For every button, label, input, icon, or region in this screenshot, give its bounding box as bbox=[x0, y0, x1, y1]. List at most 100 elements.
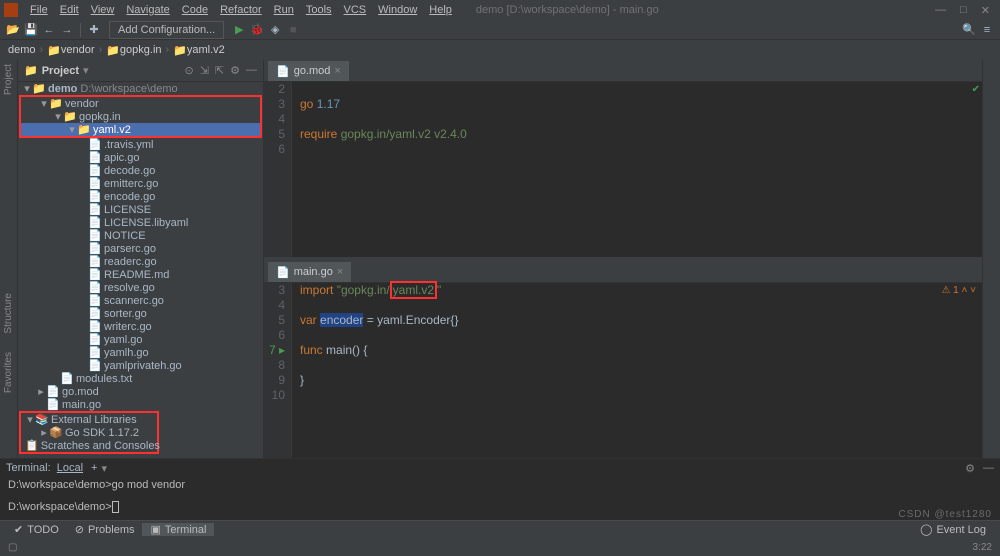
menu-tools[interactable]: Tools bbox=[300, 4, 338, 16]
tree-file[interactable]: 📄scannerc.go bbox=[18, 294, 263, 307]
tree-file[interactable]: 📄resolve.go bbox=[18, 281, 263, 294]
attach-icon[interactable]: ✚ bbox=[85, 21, 103, 39]
search-everywhere-icon[interactable]: 🔍 bbox=[960, 21, 978, 39]
tree-modules[interactable]: 📄modules.txt bbox=[18, 372, 263, 385]
tree-root[interactable]: ▾📁demo D:\workspace\demo bbox=[18, 82, 263, 95]
close-tab-icon[interactable]: × bbox=[334, 65, 340, 77]
main-toolbar: 📂 💾 ← → ✚ Add Configuration... ▶ 🐞 ◈ ■ 🔍… bbox=[0, 20, 1000, 40]
editor-gomod[interactable]: 23456 go 1.17 require gopkg.in/yaml.v2 v… bbox=[264, 82, 982, 257]
ide-settings-icon[interactable]: ≡ bbox=[978, 21, 996, 39]
tab-gomod[interactable]: 📄go.mod× bbox=[268, 61, 349, 81]
breadcrumb-item[interactable]: demo bbox=[8, 44, 36, 56]
open-icon[interactable]: 📂 bbox=[4, 21, 22, 39]
close-tab-icon[interactable]: × bbox=[337, 266, 343, 278]
terminal-hide-icon[interactable]: — bbox=[983, 462, 994, 474]
gutter-project[interactable]: Project bbox=[3, 64, 14, 95]
forward-icon[interactable]: → bbox=[58, 21, 76, 39]
tree-file[interactable]: 📄yamlh.go bbox=[18, 346, 263, 359]
tree-scratches[interactable]: 📋Scratches and Consoles bbox=[21, 439, 157, 452]
terminal-dropdown-icon[interactable]: ▾ bbox=[101, 462, 107, 475]
close-icon[interactable]: ✕ bbox=[981, 4, 990, 17]
tree-vendor[interactable]: ▾📁vendor bbox=[21, 97, 260, 110]
breadcrumb-item[interactable]: gopkg.in bbox=[120, 44, 162, 56]
menu-code[interactable]: Code bbox=[176, 4, 214, 16]
maximize-icon[interactable]: □ bbox=[960, 4, 967, 17]
menu-view[interactable]: View bbox=[85, 4, 121, 16]
terminal-gear-icon[interactable]: ⚙ bbox=[965, 462, 975, 475]
menu-file[interactable]: File bbox=[24, 4, 54, 16]
coverage-icon[interactable]: ◈ bbox=[266, 21, 284, 39]
tree-file[interactable]: 📄NOTICE bbox=[18, 229, 263, 242]
bottom-tab-terminal[interactable]: ▣ Terminal bbox=[142, 523, 214, 536]
project-sidebar: 📁 Project ▾ ⊙ ⇲ ⇱ ⚙ — ▾📁demo D:\workspac… bbox=[18, 60, 264, 458]
bottom-tool-bar: ✔ TODO ⊘ Problems ▣ Terminal ◯ Event Log bbox=[0, 520, 1000, 538]
tree-file[interactable]: 📄LICENSE bbox=[18, 203, 263, 216]
minimize-icon[interactable]: — bbox=[935, 4, 946, 17]
status-square-icon[interactable]: ▢ bbox=[8, 542, 17, 553]
save-icon[interactable]: 💾 bbox=[22, 21, 40, 39]
gutter-structure[interactable]: Structure bbox=[3, 293, 14, 334]
tree-file[interactable]: 📄encode.go bbox=[18, 190, 263, 203]
terminal-body[interactable]: D:\workspace\demo>go mod vendor D:\works… bbox=[0, 477, 1000, 515]
breadcrumb-item[interactable]: yaml.v2 bbox=[187, 44, 225, 56]
inspection-ok-icon: ✔ bbox=[972, 84, 980, 95]
locate-icon[interactable]: ⊙ bbox=[184, 64, 193, 77]
run-icon[interactable]: ▶ bbox=[230, 21, 248, 39]
tree-file[interactable]: 📄.travis.yml bbox=[18, 138, 263, 151]
tree-file[interactable]: 📄emitterc.go bbox=[18, 177, 263, 190]
editor-tabs-bottom: 📄main.go× bbox=[264, 261, 982, 283]
tree-yaml-v2[interactable]: ▾📁yaml.v2 bbox=[21, 123, 260, 136]
menu-navigate[interactable]: Navigate bbox=[120, 4, 175, 16]
tree-file[interactable]: 📄README.md bbox=[18, 268, 263, 281]
window-title: demo [D:\workspace\demo] - main.go bbox=[476, 4, 659, 16]
event-log-button[interactable]: ◯ Event Log bbox=[912, 523, 994, 536]
tab-maingo[interactable]: 📄main.go× bbox=[268, 262, 351, 282]
terminal-title: Terminal bbox=[6, 462, 48, 474]
stop-icon[interactable]: ■ bbox=[284, 21, 302, 39]
expand-icon[interactable]: ⇲ bbox=[200, 64, 209, 77]
tree-file[interactable]: 📄readerc.go bbox=[18, 255, 263, 268]
tree-file[interactable]: 📄decode.go bbox=[18, 164, 263, 177]
collapse-icon[interactable]: ⇱ bbox=[215, 64, 224, 77]
debug-icon[interactable]: 🐞 bbox=[248, 21, 266, 39]
menu-help[interactable]: Help bbox=[423, 4, 458, 16]
menu-run[interactable]: Run bbox=[268, 4, 300, 16]
title-bar: File Edit View Navigate Code Refactor Ru… bbox=[0, 0, 1000, 20]
menu-refactor[interactable]: Refactor bbox=[214, 4, 268, 16]
tree-file[interactable]: 📄parserc.go bbox=[18, 242, 263, 255]
menu-edit[interactable]: Edit bbox=[54, 4, 85, 16]
tree-file[interactable]: 📄writerc.go bbox=[18, 320, 263, 333]
tree-gomod[interactable]: ▸📄go.mod bbox=[18, 385, 263, 398]
add-configuration-button[interactable]: Add Configuration... bbox=[109, 21, 224, 39]
chevron-down-icon[interactable]: ▾ bbox=[83, 64, 89, 77]
left-gutter: Project Structure Favorites bbox=[0, 60, 18, 458]
terminal-session-local[interactable]: Local bbox=[57, 462, 83, 474]
tree-go-sdk[interactable]: ▸📦Go SDK 1.17.2 bbox=[21, 426, 157, 439]
warning-indicator[interactable]: ⚠ 1 ˄ ˅ bbox=[941, 285, 976, 296]
gear-icon[interactable]: ⚙ bbox=[230, 64, 240, 77]
gutter-favorites[interactable]: Favorites bbox=[3, 352, 14, 393]
menu-vcs[interactable]: VCS bbox=[338, 4, 373, 16]
breadcrumb: demo› 📁vendor› 📁gopkg.in› 📁yaml.v2 bbox=[0, 40, 1000, 60]
bottom-tab-problems[interactable]: ⊘ Problems bbox=[67, 523, 143, 536]
tree-file[interactable]: 📄LICENSE.libyaml bbox=[18, 216, 263, 229]
app-icon bbox=[4, 3, 18, 17]
breadcrumb-item[interactable]: vendor bbox=[61, 44, 95, 56]
terminal-add-icon[interactable]: + bbox=[91, 462, 97, 474]
tree-gopkg[interactable]: ▾📁gopkg.in bbox=[21, 110, 260, 123]
right-gutter bbox=[982, 60, 1000, 458]
editor-area: 📄go.mod× 23456 go 1.17 require gopkg.in/… bbox=[264, 60, 982, 458]
tree-file[interactable]: 📄yaml.go bbox=[18, 333, 263, 346]
status-bar: ▢ 3:22 bbox=[0, 538, 1000, 556]
hide-icon[interactable]: — bbox=[246, 64, 257, 77]
tree-external-libraries[interactable]: ▾📚External Libraries bbox=[21, 413, 157, 426]
tree-file[interactable]: 📄yamlprivateh.go bbox=[18, 359, 263, 372]
menu-window[interactable]: Window bbox=[372, 4, 423, 16]
editor-maingo[interactable]: 34567 ▸8910 import "gopkg.in/yaml.v2" va… bbox=[264, 283, 982, 458]
bottom-tab-todo[interactable]: ✔ TODO bbox=[6, 523, 67, 536]
project-tree[interactable]: ▾📁demo D:\workspace\demo ▾📁vendor ▾📁gopk… bbox=[18, 82, 263, 458]
back-icon[interactable]: ← bbox=[40, 21, 58, 39]
tree-maingo[interactable]: 📄main.go bbox=[18, 398, 263, 411]
tree-file[interactable]: 📄apic.go bbox=[18, 151, 263, 164]
tree-file[interactable]: 📄sorter.go bbox=[18, 307, 263, 320]
